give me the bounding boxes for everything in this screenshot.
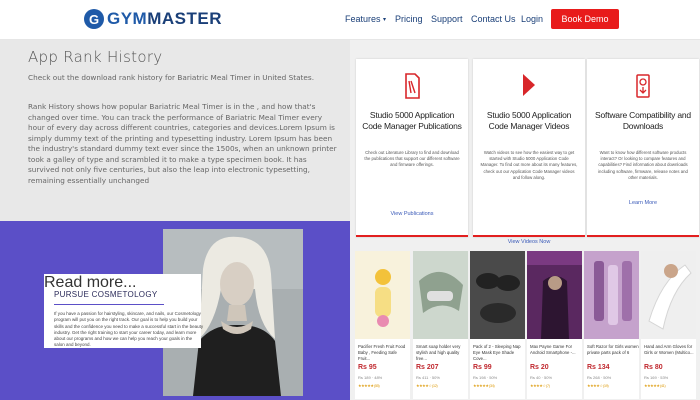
product-discount: Rs 40 · 50%	[530, 375, 553, 380]
pdf-document-icon	[403, 73, 421, 104]
promo-text: If you have a passion for hairstyling, s…	[54, 311, 204, 348]
product-image	[413, 251, 468, 339]
product-card[interactable]: Smart soap holder very stylish and high …	[413, 251, 468, 399]
product-card[interactable]: Hand and Arm Gloves for Girls or Women (…	[641, 251, 696, 399]
product-name: Max Payne Game For Android Smartphone -.…	[530, 344, 576, 355]
book-demo-button[interactable]: Book Demo	[551, 9, 619, 29]
nav-features[interactable]: Features ▾	[345, 14, 386, 24]
card-text: Check out Literature Library to find and…	[364, 150, 460, 168]
product-name: Pack of 2 - Sleeping Nap Eye Mask Eye Sh…	[473, 344, 521, 361]
info-card-videos: Studio 5000 Application Code Manager Vid…	[473, 59, 585, 245]
product-rating: ★★★★★ (41)	[644, 383, 666, 388]
card-title: Studio 5000 Application Code Manager Vid…	[486, 110, 572, 132]
product-price: Rs 80	[644, 364, 663, 371]
product-price: Rs 134	[587, 364, 610, 371]
product-price: Rs 99	[473, 364, 492, 371]
logo-master-text: MASTER	[147, 9, 223, 28]
view-publications-link[interactable]: View Publications	[356, 211, 468, 217]
nav-pricing[interactable]: Pricing	[395, 14, 423, 24]
nav-features-label: Features	[345, 14, 381, 24]
card-text: Watch videos to see how the easiest way …	[480, 150, 578, 180]
product-image	[355, 251, 410, 339]
chevron-down-icon: ▾	[383, 17, 387, 24]
product-discount: Rs 169 · 53%	[644, 375, 669, 380]
card-text: Want to know how different software prod…	[598, 150, 688, 180]
product-image	[584, 251, 639, 339]
info-card-publications: Studio 5000 Application Code Manager Pub…	[356, 59, 468, 237]
logo-gym-text: GYM	[107, 9, 148, 28]
product-image	[470, 251, 525, 339]
product-name: Smart soap holder very stylish and high …	[416, 344, 461, 361]
product-price: Rs 95	[358, 364, 377, 371]
product-discount: Rs 411 · 50%	[416, 375, 440, 380]
product-card[interactable]: Pacifier Fresh Fruit Food Baby , Feeding…	[355, 251, 410, 399]
product-card[interactable]: Soft Razor for Girls women private parts…	[584, 251, 639, 399]
logo-mark-icon: G	[84, 9, 104, 29]
product-image	[641, 251, 696, 339]
product-discount: Rs 189 · 48%	[358, 375, 383, 380]
nav-login[interactable]: Login	[521, 14, 543, 24]
product-rating: ★★★★☆ (7)	[530, 383, 550, 388]
product-discount: Rs 198 · 50%	[473, 375, 498, 380]
page-title: App Rank History	[28, 48, 163, 66]
product-price: Rs 20	[530, 364, 549, 371]
product-name: Soft Razor for Girls women private parts…	[587, 344, 639, 355]
product-rating: ★★★★★ (55)	[358, 383, 380, 388]
product-image	[527, 251, 582, 339]
product-card[interactable]: Max Payne Game For Android Smartphone -.…	[527, 251, 582, 399]
top-navbar: G GYMMASTER Features ▾ Pricing Support C…	[0, 0, 700, 40]
product-rating: ★★★★★ (34)	[473, 383, 495, 388]
product-price: Rs 207	[416, 364, 439, 371]
download-file-icon	[635, 73, 651, 104]
view-videos-link[interactable]: View Videos Now	[473, 239, 585, 245]
card-title: Software Compatibility and Downloads	[595, 110, 691, 132]
rank-history-section: App Rank History Check out the download …	[0, 40, 350, 221]
info-card-downloads: Software Compatibility and Downloads Wan…	[587, 59, 699, 237]
learn-more-link[interactable]: Learn More	[587, 200, 699, 206]
gymmaster-logo[interactable]: G GYMMASTER	[84, 9, 222, 29]
product-name: Hand and Arm Gloves for Girls or Women (…	[644, 344, 694, 355]
promo-divider	[54, 304, 164, 305]
nav-contact-us[interactable]: Contact Us	[471, 14, 516, 24]
product-rating: ★★★★☆ (12)	[416, 383, 438, 388]
product-discount: Rs 268 · 50%	[587, 375, 612, 380]
read-more-link[interactable]: Read more...	[44, 274, 136, 292]
body-paragraph: Rank History shows how popular Bariatric…	[28, 102, 337, 186]
product-name: Pacifier Fresh Fruit Food Baby , Feeding…	[358, 344, 406, 361]
intro-paragraph: Check out the download rank history for …	[28, 73, 315, 82]
play-icon	[522, 73, 536, 102]
card-title: Studio 5000 Application Code Manager Pub…	[362, 110, 462, 132]
product-card[interactable]: Pack of 2 - Sleeping Nap Eye Mask Eye Sh…	[470, 251, 525, 399]
nav-support[interactable]: Support	[431, 14, 463, 24]
product-rating: ★★★★☆ (19)	[587, 383, 609, 388]
